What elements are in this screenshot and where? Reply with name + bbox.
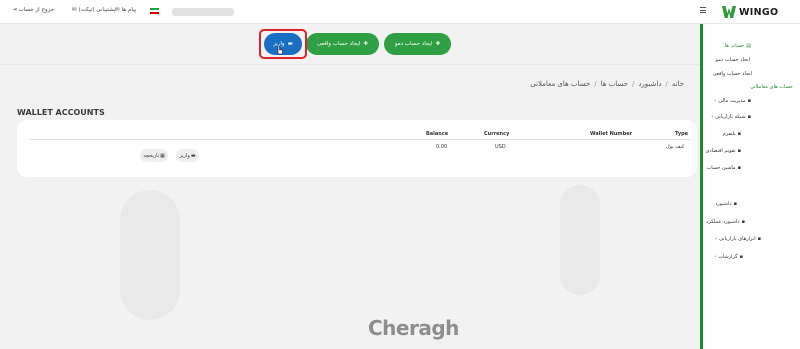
logo-text: WINGO <box>739 6 779 18</box>
support-link[interactable]: ✉ پشتیبانی (تیکت) <box>72 7 116 13</box>
gauge-icon: ▪ <box>741 219 745 225</box>
plus-icon: ✚ <box>435 41 441 47</box>
table-cell-currency: USD <box>495 144 506 150</box>
logout-icon: ⇥ <box>12 7 17 13</box>
wingo-logo-icon <box>722 6 736 18</box>
create-demo-account-button[interactable]: ایجاد حساب دمو ✚ <box>384 33 451 55</box>
button-label: ایجاد حساب واقعی <box>316 41 361 47</box>
user-info-blurred <box>172 8 234 16</box>
logout-link[interactable]: ⇥ خروج از حساب <box>12 7 54 13</box>
sidebar-sub-demo[interactable]: ایجاد حساب دمو <box>716 57 750 63</box>
table-header-balance: Balance <box>426 131 449 137</box>
cheragh-watermark-logo: Cheragh <box>368 316 459 340</box>
chevron-left-icon: ‹ <box>714 254 717 260</box>
calendar-icon: ▪ <box>737 148 741 154</box>
sidebar-item-reports[interactable]: ‹ گزارشات ▪ <box>714 254 743 260</box>
sidebar-item-accounts[interactable]: حساب ها ▤ <box>725 43 751 49</box>
menu-toggle-icon[interactable] <box>700 7 706 13</box>
button-label: تاریخچه <box>143 152 160 159</box>
messages-label: پیام ها <box>121 7 137 13</box>
accounts-icon: ▤ <box>746 43 751 49</box>
create-real-account-button[interactable]: ایجاد حساب واقعی ✚ <box>306 33 379 55</box>
chevron-left-icon: ‹ <box>714 98 717 104</box>
breadcrumb-separator: / <box>665 80 668 88</box>
sidebar-item-platform[interactable]: پلتفرم ▪ <box>723 131 741 137</box>
sidebar-item-label: داشبورد عملکرد <box>706 219 740 225</box>
sidebar-item-label: شبکه بازاریابی <box>715 114 746 120</box>
breadcrumb-item[interactable]: خانه <box>672 80 684 88</box>
support-icon: ✉ <box>72 7 77 13</box>
table-header-currency: Currency <box>484 131 510 137</box>
sidebar-item-marketing-tools[interactable]: ‹ ابزارهای بازاریابی ▪ <box>715 236 761 242</box>
message-icon: ✉ <box>115 7 120 13</box>
calculator-icon: ▪ <box>737 165 741 171</box>
table-cell-balance: 0.00 <box>436 144 448 150</box>
table-cell-type: کیف پول <box>666 144 685 150</box>
breadcrumb-item[interactable]: داشبورد <box>638 80 661 88</box>
button-label: ایجاد حساب دمو <box>394 41 433 47</box>
chart-icon: ▪ <box>733 201 737 207</box>
sidebar-item-label: تقویم اقتصادی <box>705 148 736 154</box>
sidebar-sub-trading[interactable]: حساب های معاملاتی <box>750 84 793 90</box>
wallet-icon: ▪ <box>747 98 751 104</box>
card-icon: ▬ <box>190 152 196 159</box>
sidebar-sub-real[interactable]: ایجاد حساب واقعی <box>713 71 753 77</box>
sidebar-item-performance[interactable]: داشبورد عملکرد ▪ <box>706 219 745 225</box>
button-label: واریز <box>179 152 190 159</box>
download-icon: ▪ <box>737 131 741 137</box>
plus-icon: ✚ <box>363 41 369 47</box>
language-flag-icon[interactable] <box>150 8 159 14</box>
sidebar-item-calendar[interactable]: تقویم اقتصادی ▪ <box>706 148 742 154</box>
chevron-left-icon: ‹ <box>711 114 714 120</box>
logout-label: خروج از حساب <box>18 7 55 13</box>
background-watermark-shape <box>120 190 180 320</box>
hand-cursor-icon <box>277 46 283 55</box>
sidebar-item-label: ابزارهای بازاریابی <box>718 236 756 242</box>
breadcrumb: خانه / داشبورد / حساب ها / حساب های معام… <box>520 80 684 88</box>
row-deposit-button[interactable]: واریز ▬ <box>176 149 199 162</box>
breadcrumb-separator: / <box>631 80 635 88</box>
table-header-wallet: Wallet Number <box>590 131 633 137</box>
sidebar-item-label: حساب ها <box>724 43 745 49</box>
breadcrumb-item: حساب های معاملاتی <box>530 80 591 88</box>
briefcase-icon: ▪ <box>757 236 761 242</box>
highlight-box <box>259 29 307 59</box>
sidebar-item-calculator[interactable]: ماشین حساب ▪ <box>707 165 741 171</box>
sidebar-item-finance[interactable]: ‹ مدیریت مالی ▪ <box>714 98 751 104</box>
wallet-accounts-card <box>17 120 697 177</box>
page-title: WALLET ACCOUNTS <box>17 108 105 117</box>
sidebar-item-label: ماشین حساب <box>706 165 736 171</box>
table-header-type: Type <box>675 131 689 137</box>
table-divider <box>30 139 690 140</box>
top-bar: ⇥ خروج از حساب ✉ پشتیبانی (تیکت) ✉ پیام … <box>0 0 800 24</box>
divider <box>0 64 700 65</box>
chevron-left-icon: ‹ <box>714 236 717 242</box>
messages-link[interactable]: ✉ پیام ها <box>115 7 136 13</box>
background-watermark-shape <box>560 185 600 295</box>
breadcrumb-item[interactable]: حساب ها <box>601 80 628 88</box>
support-label: پشتیبانی (تیکت) <box>78 7 116 13</box>
history-icon: ▦ <box>160 152 165 159</box>
breadcrumb-separator: / <box>594 80 597 88</box>
report-icon: ▪ <box>739 254 743 260</box>
sidebar-item-label: گزارشات <box>718 254 738 260</box>
sidebar-item-network[interactable]: ‹ شبکه بازاریابی ▪ <box>711 114 751 120</box>
sidebar-item-dashboard[interactable]: داشبورد ▪ <box>715 201 737 207</box>
sidebar-item-label: مدیریت مالی <box>718 98 746 104</box>
row-history-button[interactable]: تاریخچه ▦ <box>140 149 168 162</box>
sidebar-item-label: پلتفرم <box>722 131 736 137</box>
logo[interactable]: WINGO <box>722 6 778 18</box>
sidebar-item-label: داشبورد <box>715 201 732 207</box>
user-icon: ▪ <box>747 114 751 120</box>
sidebar: حساب ها ▤ ایجاد حساب دمو ایجاد حساب واقع… <box>700 24 800 349</box>
